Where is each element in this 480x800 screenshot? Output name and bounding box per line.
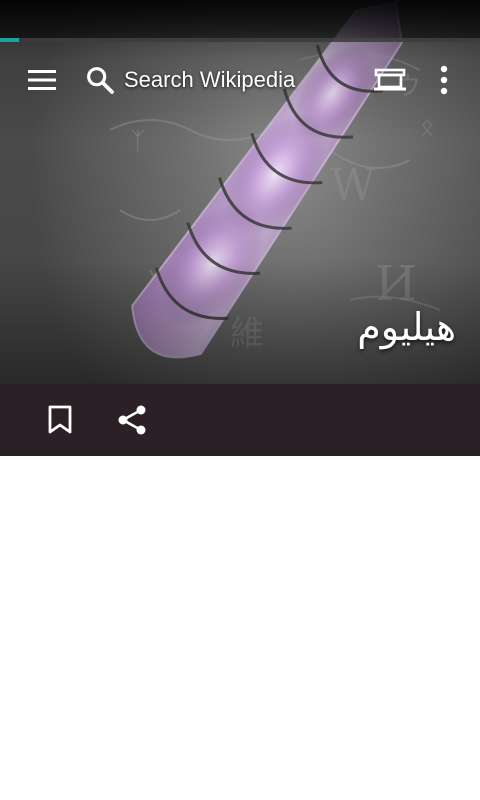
article-action-bar [0, 384, 480, 456]
overflow-menu-icon [440, 65, 448, 95]
search-bar[interactable]: Search Wikipedia [84, 56, 334, 104]
svg-text:W: W [330, 160, 376, 211]
share-icon [118, 405, 146, 435]
article-title: هيليوم [357, 305, 456, 349]
toolbar: Search Wikipedia [0, 42, 480, 118]
hamburger-menu-icon [28, 70, 56, 90]
article-content [0, 456, 480, 800]
overflow-menu-button[interactable] [420, 56, 468, 104]
svg-text:維: 維 [230, 314, 264, 354]
save-to-reading-list-button[interactable] [36, 396, 84, 444]
search-placeholder: Search Wikipedia [124, 67, 296, 92]
reading-list-button[interactable] [366, 56, 414, 104]
reading-list-icon [374, 68, 406, 91]
share-button[interactable] [108, 396, 156, 444]
svg-text:И: И [375, 256, 417, 312]
status-bar [0, 0, 480, 38]
article-screen: ウ W И Ω 維 ᛉ ᛟ [0, 0, 480, 800]
search-icon [87, 67, 114, 94]
svg-text:ᛉ: ᛉ [130, 127, 146, 157]
bookmark-icon [48, 405, 72, 434]
navigation-menu-button[interactable] [18, 56, 66, 104]
